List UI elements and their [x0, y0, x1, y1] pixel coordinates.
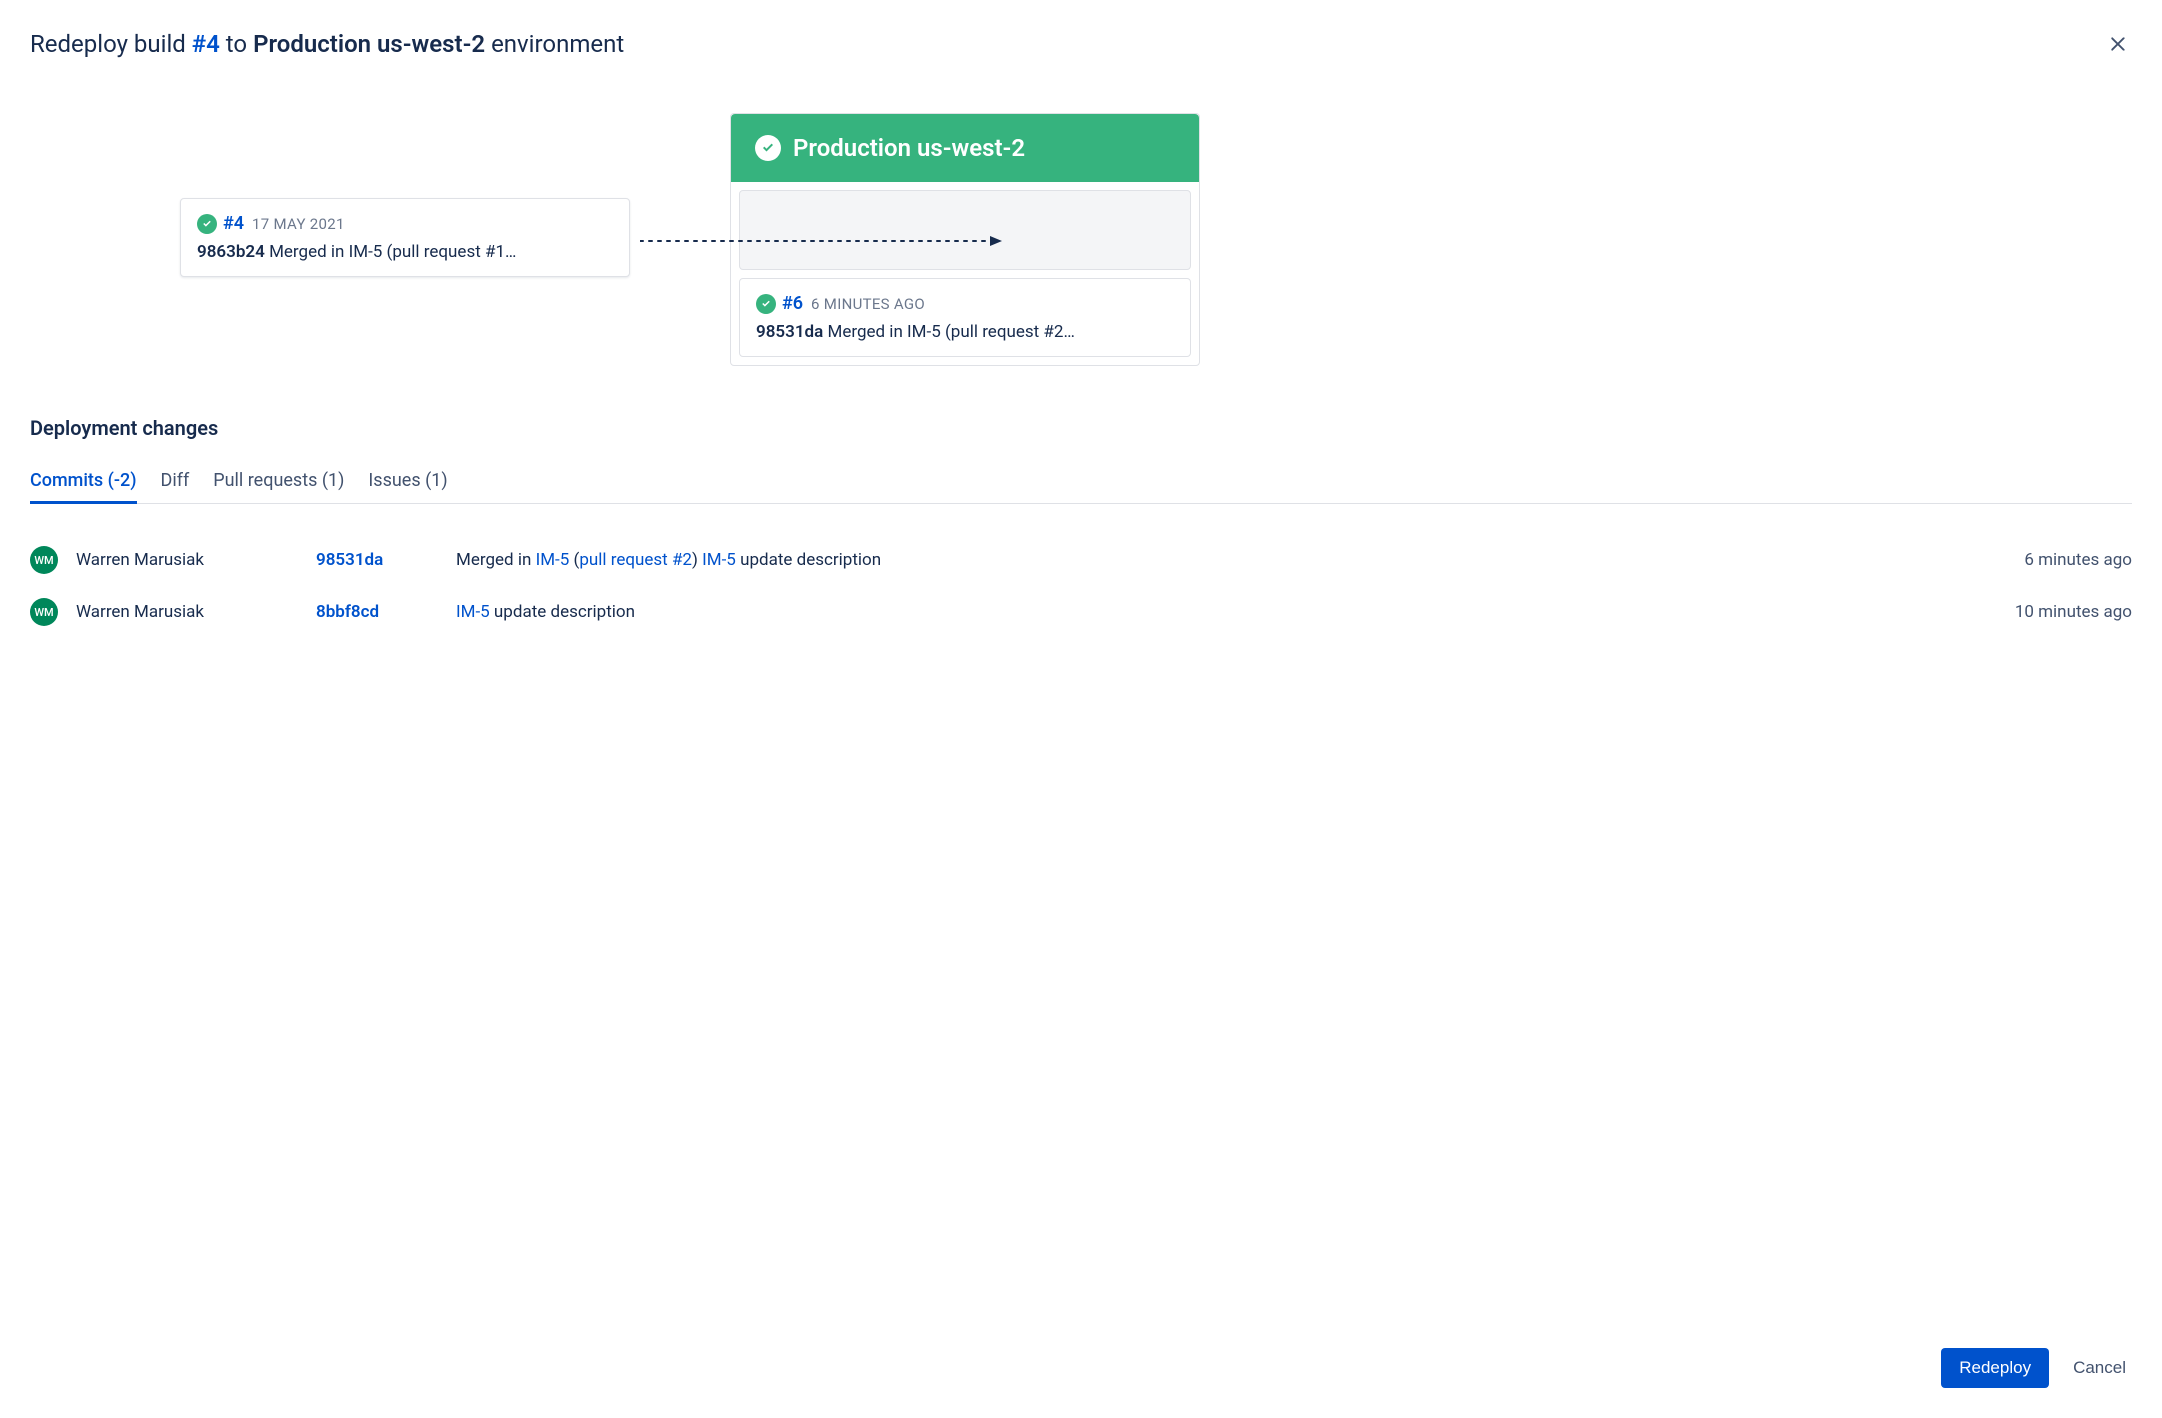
source-commit-message: Merged in IM-5 (pull request #1…	[269, 242, 516, 262]
environment-name: Production us-west-2	[793, 134, 1025, 162]
avatar: WM	[30, 546, 58, 574]
deploy-arrow	[640, 231, 1010, 251]
tab-diff[interactable]: Diff	[161, 470, 190, 503]
success-icon	[197, 214, 217, 234]
current-build-card[interactable]: #6 6 MINUTES AGO 98531da Merged in IM-5 …	[739, 278, 1191, 357]
tab-commits[interactable]: Commits (-2)	[30, 470, 137, 504]
close-icon	[2108, 34, 2128, 54]
title-prefix: Redeploy build	[30, 30, 192, 58]
success-icon	[755, 135, 781, 161]
commit-list: WM Warren Marusiak 98531da Merged in IM-…	[30, 534, 2132, 638]
current-build-number[interactable]: #6	[782, 293, 803, 314]
cancel-button[interactable]: Cancel	[2067, 1357, 2132, 1379]
dialog-title: Redeploy build #4 to Production us-west-…	[30, 30, 624, 58]
issue-link[interactable]: IM-5	[702, 550, 736, 570]
environment-name: Production us-west-2	[253, 30, 485, 58]
commit-author: Warren Marusiak	[76, 550, 316, 570]
commit-author: Warren Marusiak	[76, 602, 316, 622]
source-commit-hash: 9863b24	[197, 242, 265, 262]
environment-header: Production us-west-2	[731, 114, 1199, 182]
title-mid: to	[220, 30, 253, 58]
close-button[interactable]	[2104, 30, 2132, 58]
commit-message: Merged in IM-5 (pull request #2) IM-5 up…	[456, 550, 2024, 570]
title-suffix: environment	[485, 30, 624, 58]
issue-link[interactable]: IM-5	[456, 602, 490, 622]
section-title: Deployment changes	[30, 416, 2132, 440]
source-build-number[interactable]: #4	[223, 213, 244, 234]
changes-tabs: Commits (-2) Diff Pull requests (1) Issu…	[30, 470, 2132, 504]
avatar: WM	[30, 598, 58, 626]
tab-issues[interactable]: Issues (1)	[368, 470, 447, 503]
current-build-date: 6 MINUTES AGO	[811, 295, 925, 313]
tab-pull-requests[interactable]: Pull requests (1)	[213, 470, 344, 503]
commit-message: IM-5 update description	[456, 602, 2015, 622]
deploy-drop-zone	[739, 190, 1191, 270]
build-link[interactable]: #4	[192, 30, 220, 58]
commit-hash-link[interactable]: 98531da	[316, 550, 456, 570]
source-build-card[interactable]: #4 17 MAY 2021 9863b24 Merged in IM-5 (p…	[180, 198, 630, 277]
commit-time: 10 minutes ago	[2015, 602, 2132, 622]
redeploy-button[interactable]: Redeploy	[1941, 1348, 2049, 1388]
commit-time: 6 minutes ago	[2024, 550, 2132, 570]
commit-row: WM Warren Marusiak 98531da Merged in IM-…	[30, 534, 2132, 586]
success-icon	[756, 294, 776, 314]
current-commit-hash: 98531da	[756, 322, 823, 342]
source-build-date: 17 MAY 2021	[252, 215, 345, 233]
commit-row: WM Warren Marusiak 8bbf8cd IM-5 update d…	[30, 586, 2132, 638]
issue-link[interactable]: IM-5	[536, 550, 570, 570]
commit-hash-link[interactable]: 8bbf8cd	[316, 602, 456, 622]
current-commit-message: Merged in IM-5 (pull request #2…	[827, 322, 1074, 342]
pr-link[interactable]: pull request #2	[579, 550, 692, 570]
